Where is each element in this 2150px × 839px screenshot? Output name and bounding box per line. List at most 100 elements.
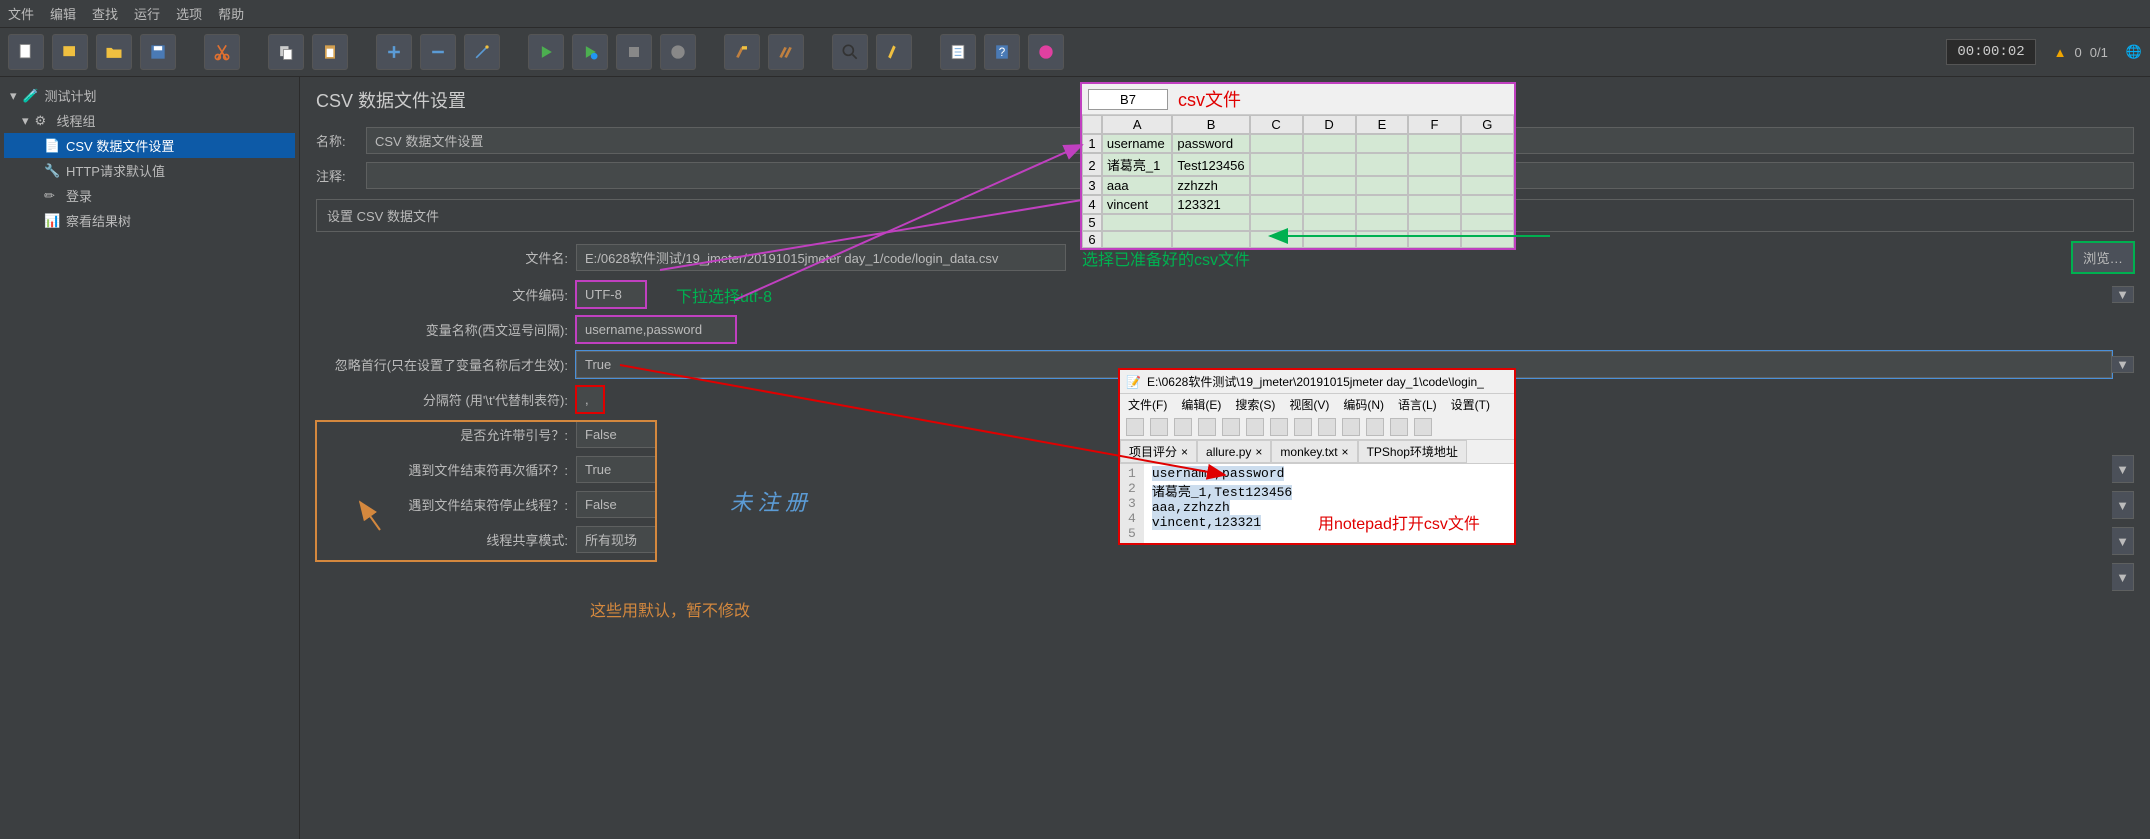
save-icon[interactable] xyxy=(140,34,176,70)
excel-row[interactable]: 1usernamepassword xyxy=(1082,134,1514,153)
excel-row[interactable]: 4vincent123321 xyxy=(1082,195,1514,214)
open-icon[interactable] xyxy=(96,34,132,70)
close-icon[interactable]: × xyxy=(1255,445,1262,459)
excel-col-f[interactable]: F xyxy=(1408,115,1460,134)
excel-col-b[interactable]: B xyxy=(1172,115,1249,134)
stop-icon[interactable] xyxy=(616,34,652,70)
plus-icon[interactable] xyxy=(376,34,412,70)
paste-icon[interactable] xyxy=(312,34,348,70)
notepad-tabs: 项目评分× allure.py× monkey.txt× TPShop环境地址 xyxy=(1120,440,1514,464)
elapsed-timer: 00:00:02 xyxy=(1946,39,2035,65)
np-tab[interactable]: monkey.txt× xyxy=(1271,440,1357,463)
reset-search-icon[interactable] xyxy=(876,34,912,70)
start-icon[interactable] xyxy=(528,34,564,70)
np-tool-icon[interactable] xyxy=(1246,418,1264,436)
np-menu-settings[interactable]: 设置(T) xyxy=(1451,396,1490,413)
excel-grid[interactable]: A B C D E F G 1usernamepassword 2诸葛亮_1Te… xyxy=(1082,115,1514,248)
filename-input[interactable] xyxy=(576,244,1066,271)
np-tab[interactable]: 项目评分× xyxy=(1120,440,1197,463)
np-menu-file[interactable]: 文件(F) xyxy=(1128,396,1167,413)
excel-col-e[interactable]: E xyxy=(1356,115,1409,134)
np-tool-icon[interactable] xyxy=(1222,418,1240,436)
recycle-arrow[interactable]: ▼ xyxy=(2112,491,2134,519)
tree-thread-group[interactable]: ▾ ⚙ 线程组 xyxy=(4,108,295,133)
function-helper-icon[interactable] xyxy=(940,34,976,70)
ignore-first-label: 忽略首行(只在设置了变量名称后才生效): xyxy=(316,355,576,374)
menu-edit[interactable]: 编辑 xyxy=(50,4,76,23)
encoding-input[interactable] xyxy=(576,281,646,308)
excel-col-c[interactable]: C xyxy=(1250,115,1303,134)
np-tool-icon[interactable] xyxy=(1414,418,1432,436)
templates-icon[interactable] xyxy=(52,34,88,70)
np-menu-view[interactable]: 视图(V) xyxy=(1289,396,1329,413)
sharing-arrow[interactable]: ▼ xyxy=(2112,563,2134,591)
np-menu-encoding[interactable]: 编码(N) xyxy=(1343,396,1384,413)
tree-login[interactable]: ✏ 登录 xyxy=(4,183,295,208)
excel-row[interactable]: 6 xyxy=(1082,231,1514,248)
notepad-editor[interactable]: 12345 username,password 诸葛亮_1,Test123456… xyxy=(1120,464,1514,543)
shutdown-icon[interactable] xyxy=(660,34,696,70)
np-tool-icon[interactable] xyxy=(1390,418,1408,436)
encoding-dropdown-arrow[interactable]: ▼ xyxy=(2112,286,2134,303)
close-icon[interactable]: × xyxy=(1342,445,1349,459)
wand-icon[interactable] xyxy=(464,34,500,70)
tree-http-defaults[interactable]: 🔧 HTTP请求默认值 xyxy=(4,158,295,183)
np-tool-icon[interactable] xyxy=(1318,418,1336,436)
clear-all-icon[interactable] xyxy=(768,34,804,70)
menu-help[interactable]: 帮助 xyxy=(218,4,244,23)
comment-label: 注释: xyxy=(316,166,366,185)
np-tool-icon[interactable] xyxy=(1126,418,1144,436)
np-tool-icon[interactable] xyxy=(1342,418,1360,436)
sharing-select[interactable] xyxy=(576,526,656,553)
recycle-select[interactable] xyxy=(576,456,656,483)
excel-col-a[interactable]: A xyxy=(1102,115,1172,134)
cut-icon[interactable] xyxy=(204,34,240,70)
new-icon[interactable] xyxy=(8,34,44,70)
stop-select[interactable] xyxy=(576,491,656,518)
menu-search[interactable]: 查找 xyxy=(92,4,118,23)
excel-col-d[interactable]: D xyxy=(1303,115,1356,134)
np-tool-icon[interactable] xyxy=(1366,418,1384,436)
tree-csv-config[interactable]: 📄 CSV 数据文件设置 xyxy=(4,133,295,158)
np-tool-icon[interactable] xyxy=(1294,418,1312,436)
copy-icon[interactable] xyxy=(268,34,304,70)
annot-utf8: 下拉选择utf-8 xyxy=(676,283,772,307)
np-tab[interactable]: TPShop环境地址 xyxy=(1358,440,1467,463)
np-tab[interactable]: allure.py× xyxy=(1197,440,1271,463)
np-menu-lang[interactable]: 语言(L) xyxy=(1398,396,1437,413)
varnames-input[interactable] xyxy=(576,316,736,343)
notepad-overlay: 📝 E:\0628软件测试\19_jmeter\20191015jmeter d… xyxy=(1118,368,1516,545)
excel-row[interactable]: 3aaazzhzzh xyxy=(1082,176,1514,195)
tree-test-plan[interactable]: ▾ 🧪 测试计划 xyxy=(4,83,295,108)
delimiter-input[interactable] xyxy=(576,386,604,413)
menu-file[interactable]: 文件 xyxy=(8,4,34,23)
allow-quoted-select[interactable] xyxy=(576,421,656,448)
help-icon[interactable]: ? xyxy=(984,34,1020,70)
tree-result-tree[interactable]: 📊 察看结果树 xyxy=(4,208,295,233)
globe-icon[interactable]: 🌐 xyxy=(2126,44,2142,60)
search-icon[interactable] xyxy=(832,34,868,70)
menu-run[interactable]: 运行 xyxy=(134,4,160,23)
menu-options[interactable]: 选项 xyxy=(176,4,202,23)
np-tool-icon[interactable] xyxy=(1270,418,1288,436)
minus-icon[interactable] xyxy=(420,34,456,70)
test-plan-tree[interactable]: ▾ 🧪 测试计划 ▾ ⚙ 线程组 📄 CSV 数据文件设置 🔧 HTTP请求默认… xyxy=(0,77,300,839)
ignore-first-dropdown-arrow[interactable]: ▼ xyxy=(2112,356,2134,373)
np-tool-icon[interactable] xyxy=(1198,418,1216,436)
allow-quoted-arrow[interactable]: ▼ xyxy=(2112,455,2134,483)
stop-arrow[interactable]: ▼ xyxy=(2112,527,2134,555)
excel-row[interactable]: 2诸葛亮_1Test123456 xyxy=(1082,153,1514,176)
excel-row[interactable]: 5 xyxy=(1082,214,1514,231)
np-menu-search[interactable]: 搜索(S) xyxy=(1235,396,1275,413)
start-no-timers-icon[interactable] xyxy=(572,34,608,70)
excel-cell-reference[interactable]: B7 xyxy=(1088,89,1168,110)
clear-icon[interactable] xyxy=(724,34,760,70)
np-menu-edit[interactable]: 编辑(E) xyxy=(1181,396,1221,413)
np-tool-icon[interactable] xyxy=(1174,418,1192,436)
color-icon[interactable] xyxy=(1028,34,1064,70)
excel-col-g[interactable]: G xyxy=(1461,115,1514,134)
np-tool-icon[interactable] xyxy=(1150,418,1168,436)
toolbar: ? 00:00:02 ▲ 0 0/1 🌐 xyxy=(0,28,2150,77)
close-icon[interactable]: × xyxy=(1181,445,1188,459)
browse-button[interactable]: 浏览… xyxy=(2072,242,2134,273)
